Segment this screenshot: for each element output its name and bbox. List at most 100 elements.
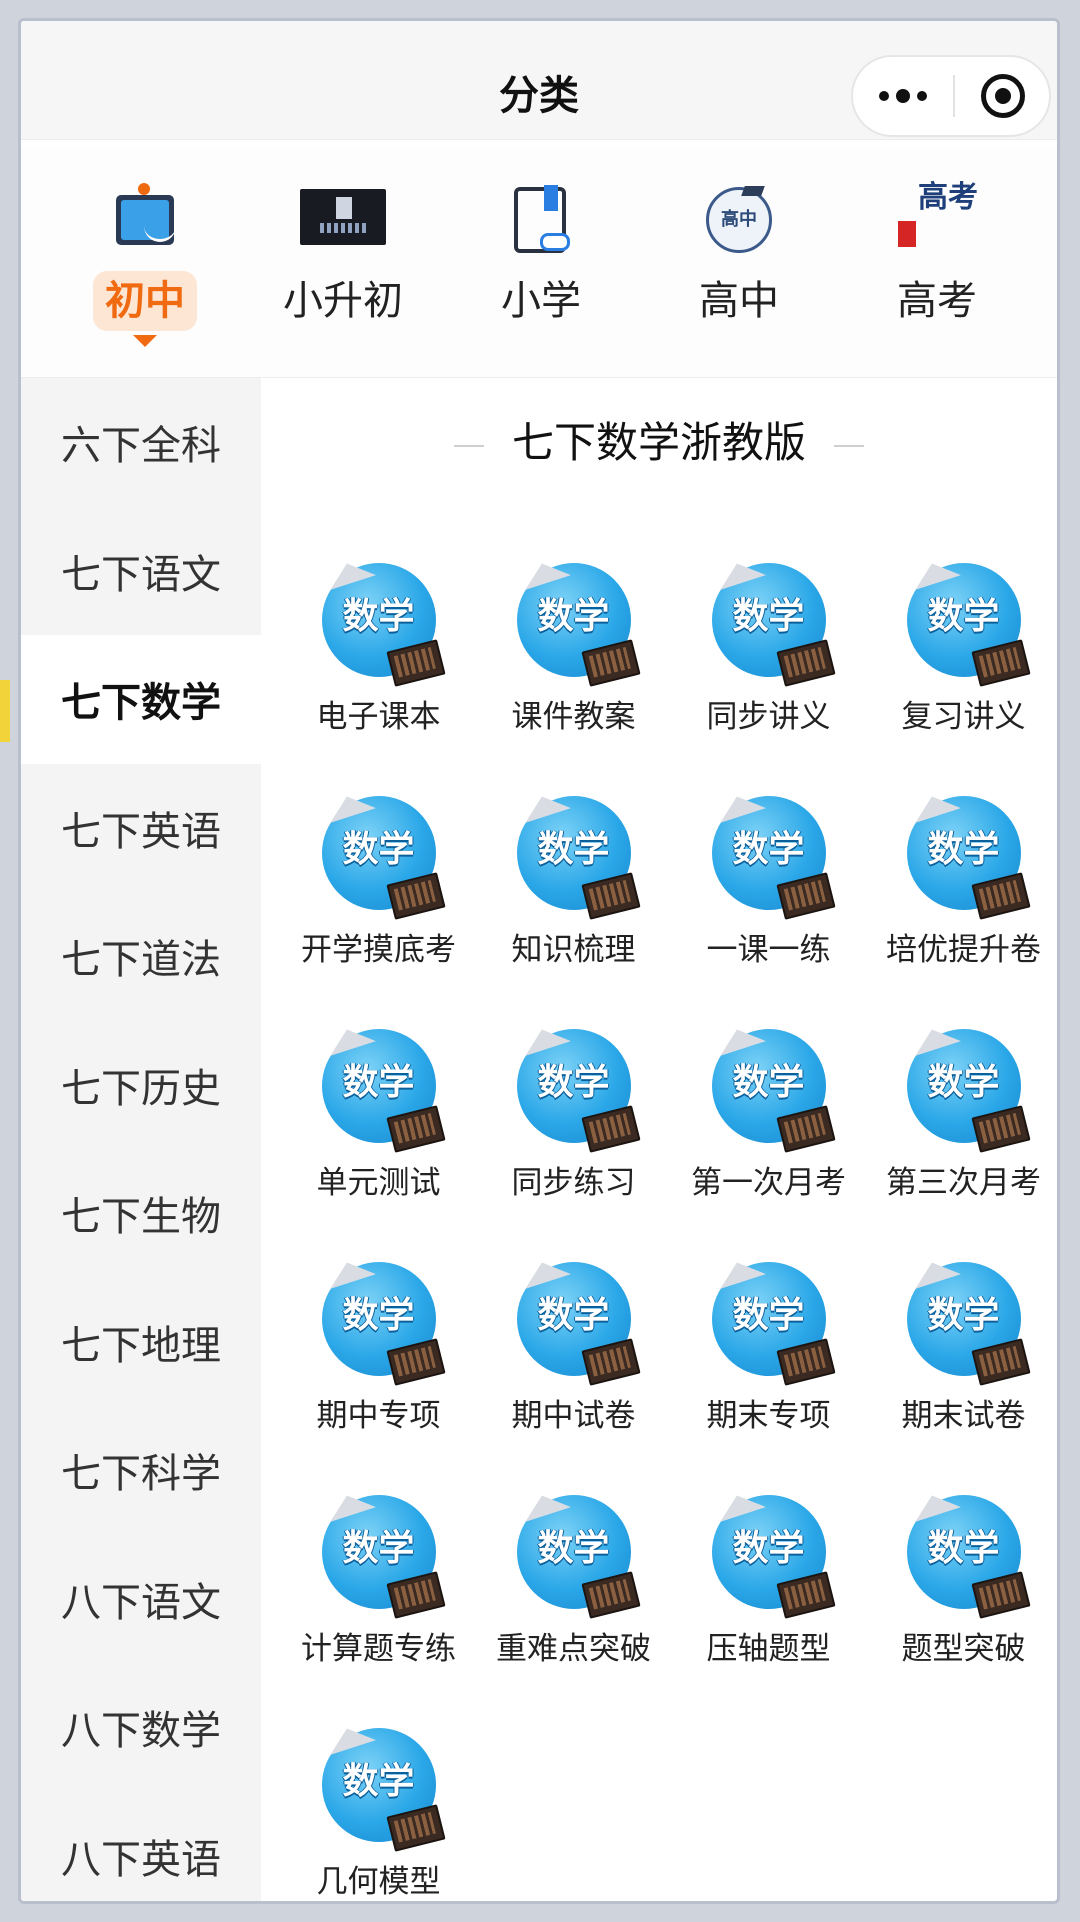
- math-icon: 数学: [705, 1488, 836, 1619]
- resource-item[interactable]: 数学 期中试卷: [476, 1240, 671, 1473]
- math-icon: 数学: [315, 1488, 446, 1619]
- resource-label: 期中专项: [316, 1398, 441, 1434]
- resource-label: 同步讲义: [706, 699, 831, 735]
- category-primary[interactable]: 小学: [451, 179, 631, 349]
- top-category-bar: 初中 小升初 小学 高中 高中 高考 高考: [21, 149, 1057, 378]
- sidebar-item[interactable]: 八下数学: [21, 1663, 261, 1792]
- math-icon: 数学: [315, 789, 446, 920]
- resource-label: 一课一练: [706, 932, 831, 968]
- resource-item[interactable]: 数学 同步练习: [476, 1007, 671, 1240]
- resource-label: 压轴题型: [706, 1631, 831, 1667]
- resource-item[interactable]: 数学 课件教案: [476, 541, 671, 774]
- resource-grid: 数学 电子课本 数学 课件教案 数学 同步讲义 数学 复习讲义 数学 开学摸底考 数学 知识…: [281, 541, 1057, 1901]
- sidebar-item[interactable]: 七下语文: [21, 507, 261, 636]
- resource-item[interactable]: 数学 期末专项: [671, 1240, 866, 1473]
- target-circle-icon[interactable]: [981, 74, 1025, 118]
- resource-item[interactable]: 数学 压轴题型: [671, 1473, 866, 1706]
- sidebar-item[interactable]: 七下英语: [21, 764, 261, 893]
- heading-divider-left: [453, 444, 484, 447]
- category-gaokao[interactable]: 高考 高考: [847, 179, 1027, 349]
- graduation-cap-icon: 高中: [694, 179, 784, 259]
- resource-label: 期中试卷: [511, 1398, 636, 1434]
- category-label: 小学: [501, 278, 581, 324]
- book-link-icon: [496, 179, 586, 259]
- math-icon: 数学: [900, 556, 1031, 687]
- resource-label: 课件教案: [511, 699, 636, 735]
- resource-item[interactable]: 数学 几何模型: [281, 1706, 476, 1901]
- math-icon: 数学: [315, 1022, 446, 1153]
- resource-label: 第三次月考: [886, 1165, 1041, 1201]
- resource-item[interactable]: 数学 第三次月考: [866, 1007, 1057, 1240]
- category-primary-to-junior[interactable]: 小升初: [253, 179, 433, 349]
- category-senior-high[interactable]: 高中 高中: [649, 179, 829, 349]
- resource-item[interactable]: 数学 第一次月考: [671, 1007, 866, 1240]
- math-icon: 数学: [315, 1255, 446, 1386]
- resource-item[interactable]: 数学 单元测试: [281, 1007, 476, 1240]
- resource-label: 重难点突破: [496, 1631, 651, 1667]
- math-icon: 数学: [900, 1022, 1031, 1153]
- active-indicator: [0, 680, 10, 742]
- math-icon: 数学: [705, 1022, 836, 1153]
- sidebar-item[interactable]: 七下地理: [21, 1278, 261, 1407]
- resource-label: 期末专项: [706, 1398, 831, 1434]
- category-label: 高考: [897, 278, 977, 324]
- resource-item[interactable]: 数学 期中专项: [281, 1240, 476, 1473]
- blackboard-icon: [100, 179, 190, 259]
- title-bar: 分类: [21, 21, 1057, 140]
- resource-label: 单元测试: [316, 1165, 441, 1201]
- resource-label: 题型突破: [901, 1631, 1026, 1667]
- sidebar-item[interactable]: 八下英语: [21, 1792, 261, 1902]
- resource-label: 开学摸底考: [301, 932, 456, 968]
- math-icon: 数学: [510, 1255, 641, 1386]
- section-heading: 七下数学浙教版: [261, 413, 1057, 473]
- category-label: 小升初: [283, 278, 403, 324]
- resource-label: 培优提升卷: [886, 932, 1041, 968]
- resource-item[interactable]: 数学 同步讲义: [671, 541, 866, 774]
- category-junior-high[interactable]: 初中: [55, 179, 235, 349]
- resource-item[interactable]: 数学 知识梳理: [476, 774, 671, 1007]
- sidebar-item[interactable]: 七下生物: [21, 1149, 261, 1278]
- sidebar-item[interactable]: 八下语文: [21, 1535, 261, 1664]
- section-title-text: 七下数学浙教版: [511, 418, 806, 467]
- resource-label: 几何模型: [316, 1864, 441, 1900]
- sidebar-item-active[interactable]: 七下数学: [21, 635, 261, 764]
- category-label: 初中: [93, 271, 197, 331]
- active-caret-icon: [133, 335, 157, 347]
- category-label: 高中: [699, 278, 779, 324]
- menu-capsule: [851, 55, 1051, 137]
- resource-item[interactable]: 数学 培优提升卷: [866, 774, 1057, 1007]
- math-icon: 数学: [705, 556, 836, 687]
- resource-item[interactable]: 数学 复习讲义: [866, 541, 1057, 774]
- sidebar: 六下全科 七下语文 七下数学 七下英语 七下道法 七下历史 七下生物 七下地理 …: [21, 378, 261, 1902]
- math-icon: 数学: [705, 789, 836, 920]
- resource-item[interactable]: 数学 期末试卷: [866, 1240, 1057, 1473]
- sidebar-item[interactable]: 七下科学: [21, 1406, 261, 1535]
- more-dots-icon[interactable]: [853, 57, 953, 135]
- math-icon: 数学: [510, 1022, 641, 1153]
- sidebar-item[interactable]: 七下道法: [21, 892, 261, 1021]
- math-icon: 数学: [900, 1255, 1031, 1386]
- sidebar-item[interactable]: 六下全科: [21, 378, 261, 507]
- math-icon: 数学: [315, 556, 446, 687]
- resource-item[interactable]: 数学 题型突破: [866, 1473, 1057, 1706]
- resource-label: 电子课本: [316, 699, 441, 735]
- exam-icon: 高考: [892, 179, 982, 259]
- resource-label: 第一次月考: [691, 1165, 846, 1201]
- resource-label: 同步练习: [511, 1165, 636, 1201]
- capsule-divider: [953, 75, 955, 117]
- math-icon: 数学: [510, 556, 641, 687]
- math-icon: 数学: [900, 789, 1031, 920]
- resource-item[interactable]: 数学 一课一练: [671, 774, 866, 1007]
- resource-item[interactable]: 数学 电子课本: [281, 541, 476, 774]
- math-icon: 数学: [510, 1488, 641, 1619]
- math-icon: 数学: [900, 1488, 1031, 1619]
- heading-divider-right: [834, 444, 864, 447]
- resource-item[interactable]: 数学 计算题专练: [281, 1473, 476, 1706]
- resource-label: 计算题专练: [301, 1631, 456, 1667]
- resource-item[interactable]: 数学 重难点突破: [476, 1473, 671, 1706]
- promo-image-icon: [298, 179, 388, 259]
- resource-item[interactable]: 数学 开学摸底考: [281, 774, 476, 1007]
- sidebar-item[interactable]: 七下历史: [21, 1021, 261, 1150]
- math-icon: 数学: [510, 789, 641, 920]
- resource-label: 知识梳理: [511, 932, 636, 968]
